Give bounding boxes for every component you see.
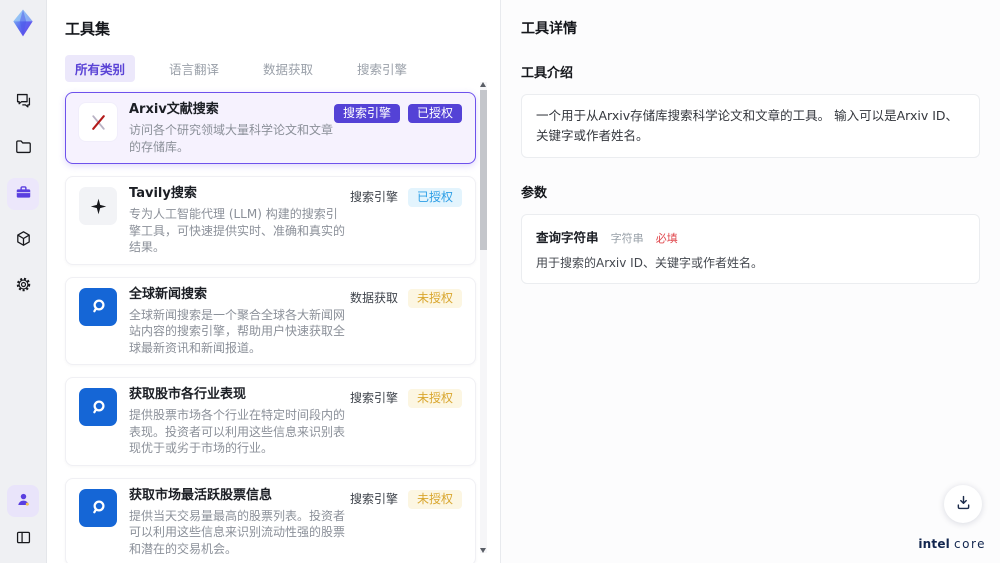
list-scrollbar[interactable]: [480, 82, 487, 553]
tool-list-item[interactable]: 全球新闻搜索 全球新闻搜索是一个聚合全球各大新闻网站内容的搜索引擎，帮助用户快速…: [65, 276, 476, 365]
tab-language-translation[interactable]: 语言翻译: [159, 55, 229, 82]
cube-icon: [14, 229, 33, 251]
tool-category-badge: 数据获取: [349, 290, 398, 305]
news-search-icon: [79, 488, 117, 527]
tool-status-badge: 未授权: [407, 489, 462, 509]
settings-gear-icon: [14, 275, 33, 297]
tool-description: 访问各个研究领域大量科学论文和文章的存储库。: [129, 123, 334, 154]
core-brand-text: core: [954, 537, 986, 551]
tool-category-badge: 搜索引擎: [349, 391, 398, 405]
tool-status-badge: 未授权: [407, 288, 462, 308]
tool-title: Arxiv文献搜索: [129, 102, 219, 117]
tab-search-engine[interactable]: 搜索引擎: [347, 55, 417, 82]
parameter-name: 查询字符串: [536, 230, 599, 245]
tool-category-badge: 搜索引擎: [333, 104, 400, 123]
parameter-card: 查询字符串 字符串 必填 用于搜索的Arxiv ID、关键字或作者姓名。: [521, 214, 980, 284]
tavily-sparkle-icon: [79, 187, 117, 225]
scrollbar-thumb[interactable]: [480, 90, 487, 250]
tool-list-item[interactable]: Arxiv文献搜索 访问各个研究领域大量科学论文和文章的存储库。 搜索引擎 已授…: [65, 92, 476, 164]
arxiv-logo-icon: [79, 103, 117, 141]
tool-description: 提供股票市场各个行业在特定时间段内的表现。投资者可以利用这些信息来识别表现优于或…: [129, 408, 346, 455]
news-search-icon: [79, 287, 117, 326]
tool-details-panel: 工具详情 工具介绍 一个用于从Arxiv存储库搜索科学论文和文章的工具。 输入可…: [500, 0, 1000, 563]
tool-status-badge: 已授权: [407, 188, 462, 207]
details-title: 工具详情: [521, 21, 577, 37]
sidebar: [0, 0, 47, 563]
tool-category-badge: 搜索引擎: [349, 190, 398, 204]
sidebar-item-files[interactable]: [7, 132, 39, 164]
sidebar-item-account[interactable]: [7, 485, 39, 517]
sidebar-nav: [7, 86, 39, 302]
sidebar-item-chat[interactable]: [7, 86, 39, 118]
tool-title: 获取市场最活跃股票信息: [129, 487, 273, 503]
intel-core-logo: intel core: [918, 538, 986, 551]
user-avatar-icon: [14, 490, 33, 512]
panel-toggle-icon: [14, 528, 33, 550]
tool-description: 专为人工智能代理 (LLM) 构建的搜索引擎工具，可快速提供实时、准确和真实的结…: [129, 207, 346, 254]
tool-title: 获取股市各行业表现: [129, 387, 247, 402]
app-window: 工具集 所有类别 语言翻译 数据获取 搜索引擎 Arxiv文献搜索 访问各个研究…: [0, 0, 1000, 563]
params-heading: 参数: [521, 186, 548, 201]
sidebar-item-collapse[interactable]: [7, 523, 39, 555]
page-title: 工具集: [65, 20, 111, 38]
category-tabs: 所有类别 语言翻译 数据获取 搜索引擎: [65, 55, 476, 82]
news-search-icon: [79, 388, 117, 426]
sidebar-item-settings[interactable]: [7, 270, 39, 302]
tool-title: Tavily搜索: [129, 186, 197, 201]
tool-status-badge: 已授权: [407, 104, 462, 123]
tools-panel: 工具集 所有类别 语言翻译 数据获取 搜索引擎 Arxiv文献搜索 访问各个研究…: [47, 0, 500, 563]
app-logo diamond-logo-icon[interactable]: [8, 8, 38, 38]
scroll-down-icon[interactable]: [480, 548, 486, 553]
sidebar-item-models[interactable]: [7, 224, 39, 256]
tab-all-categories[interactable]: 所有类别: [65, 55, 136, 82]
tool-description: 全球新闻搜索是一个聚合全球各大新闻网站内容的搜索引擎，帮助用户快速获取全球最新资…: [129, 307, 346, 355]
folder-icon: [14, 137, 33, 159]
parameter-description: 用于搜索的Arxiv ID、关键字或作者姓名。: [536, 256, 763, 270]
intel-brand-text: intel: [918, 537, 950, 551]
intro-heading: 工具介绍: [521, 66, 574, 81]
tool-status-badge: 未授权: [407, 389, 462, 408]
tool-intro-text: 一个用于从Arxiv存储库搜索科学论文和文章的工具。 输入可以是Arxiv ID…: [521, 94, 980, 158]
tool-title: 全球新闻搜索: [129, 286, 208, 302]
tool-category-badge: 搜索引擎: [349, 491, 398, 506]
sidebar-item-toolbox[interactable]: [7, 178, 39, 210]
tool-description: 提供当天交易量最高的股票列表。投资者可以利用这些信息来识别流动性强的股票和潜在的…: [129, 508, 346, 556]
toolbox-icon: [14, 183, 33, 205]
tool-list: Arxiv文献搜索 访问各个研究领域大量科学论文和文章的存储库。 搜索引擎 已授…: [65, 92, 476, 563]
parameter-required-badge: 必填: [655, 232, 678, 245]
chat-icon: [14, 91, 33, 113]
scroll-up-icon[interactable]: [480, 82, 486, 87]
tab-data-fetching[interactable]: 数据获取: [253, 55, 323, 82]
parameter-type: 字符串: [610, 232, 644, 245]
tool-list-item[interactable]: 获取市场最活跃股票信息 提供当天交易量最高的股票列表。投资者可以利用这些信息来识…: [65, 477, 476, 563]
tool-list-item[interactable]: Tavily搜索 专为人工智能代理 (LLM) 构建的搜索引擎工具，可快速提供实…: [65, 176, 476, 265]
sidebar-bottom: [7, 485, 39, 555]
download-icon: [954, 493, 973, 515]
tool-list-item[interactable]: 获取股市各行业表现 提供股票市场各个行业在特定时间段内的表现。投资者可以利用这些…: [65, 377, 476, 466]
download-button[interactable]: [944, 485, 982, 523]
